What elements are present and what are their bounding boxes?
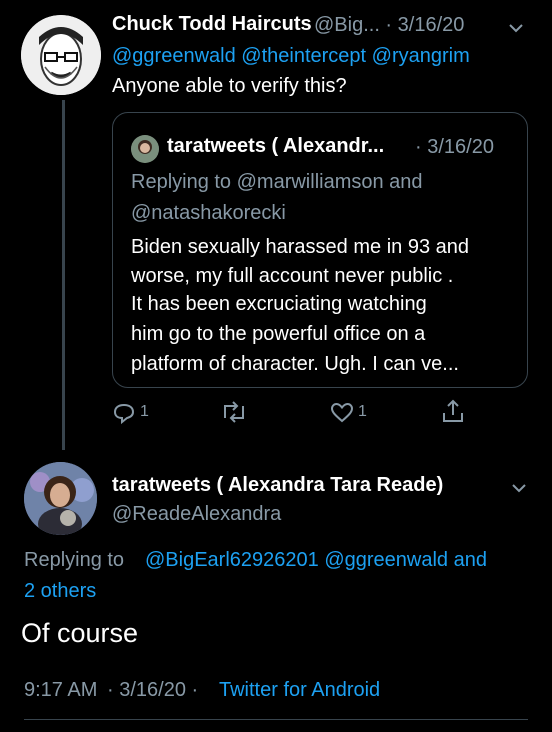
first-tweet-mentions[interactable]: @ggreenwald @theintercept @ryangrim bbox=[112, 45, 470, 68]
quoted-author-avatar bbox=[131, 135, 159, 163]
first-tweet-text: Anyone able to verify this? bbox=[112, 75, 347, 97]
quoted-author-name: taratweets ( Alexandr... bbox=[167, 135, 385, 157]
like-button[interactable]: 1 bbox=[330, 400, 390, 426]
first-author-handle-date: @Big... · 3/16/20 bbox=[314, 14, 465, 36]
bottom-divider bbox=[24, 719, 528, 720]
main-author-name[interactable]: taratweets ( Alexandra Tara Reade) bbox=[112, 474, 443, 497]
main-replying-prefix: Replying to bbox=[24, 549, 125, 571]
main-tweet-text: Of course bbox=[21, 618, 139, 648]
profile-photo-icon bbox=[24, 462, 97, 535]
main-tweet-source[interactable]: Twitter for Android bbox=[219, 679, 380, 702]
quoted-body-line: It has been excruciating watching bbox=[131, 293, 427, 315]
quoted-body-line: Biden sexually harassed me in 93 and bbox=[131, 236, 469, 258]
like-count: 1 bbox=[358, 403, 367, 420]
quoted-replying-line2: @natashakorecki bbox=[131, 202, 286, 224]
reply-count: 1 bbox=[140, 403, 149, 420]
quoted-body-line: platform of character. Ugh. I can ve... bbox=[131, 353, 459, 375]
tara-avatar[interactable] bbox=[24, 462, 97, 535]
quoted-replying-line1: Replying to @marwilliamson and bbox=[131, 171, 423, 193]
main-replying-others[interactable]: 2 others bbox=[24, 580, 96, 603]
main-replying-mentions[interactable]: @BigEarl62926201 @ggreenwald and bbox=[145, 549, 487, 572]
quoted-body-line: him go to the powerful office on a bbox=[131, 323, 426, 345]
heart-icon bbox=[330, 402, 354, 423]
quoted-tweet-card[interactable]: taratweets ( Alexandr... · 3/16/20 Reply… bbox=[112, 112, 528, 388]
thread-connector-line bbox=[62, 100, 65, 450]
sketch-face-icon bbox=[21, 15, 101, 95]
share-button[interactable] bbox=[440, 398, 466, 426]
reply-icon bbox=[113, 403, 135, 425]
main-author-handle[interactable]: @ReadeAlexandra bbox=[112, 503, 281, 526]
chuck-avatar[interactable] bbox=[21, 15, 101, 95]
reply-button[interactable]: 1 bbox=[112, 400, 172, 426]
main-tweet-date: · 3/16/20 · bbox=[107, 679, 199, 701]
retweet-icon bbox=[224, 401, 244, 423]
quoted-date: · 3/16/20 bbox=[415, 136, 494, 158]
retweet-button[interactable] bbox=[220, 400, 250, 426]
main-tweet-time: 9:17 AM bbox=[24, 679, 98, 701]
first-author-name[interactable]: Chuck Todd Haircuts bbox=[112, 13, 312, 36]
share-icon bbox=[443, 399, 463, 422]
main-tweet-menu-chevron-icon[interactable] bbox=[511, 480, 527, 496]
quoted-body-line: worse, my full account never public . bbox=[131, 265, 454, 287]
first-tweet-menu-chevron-icon[interactable] bbox=[508, 20, 524, 36]
